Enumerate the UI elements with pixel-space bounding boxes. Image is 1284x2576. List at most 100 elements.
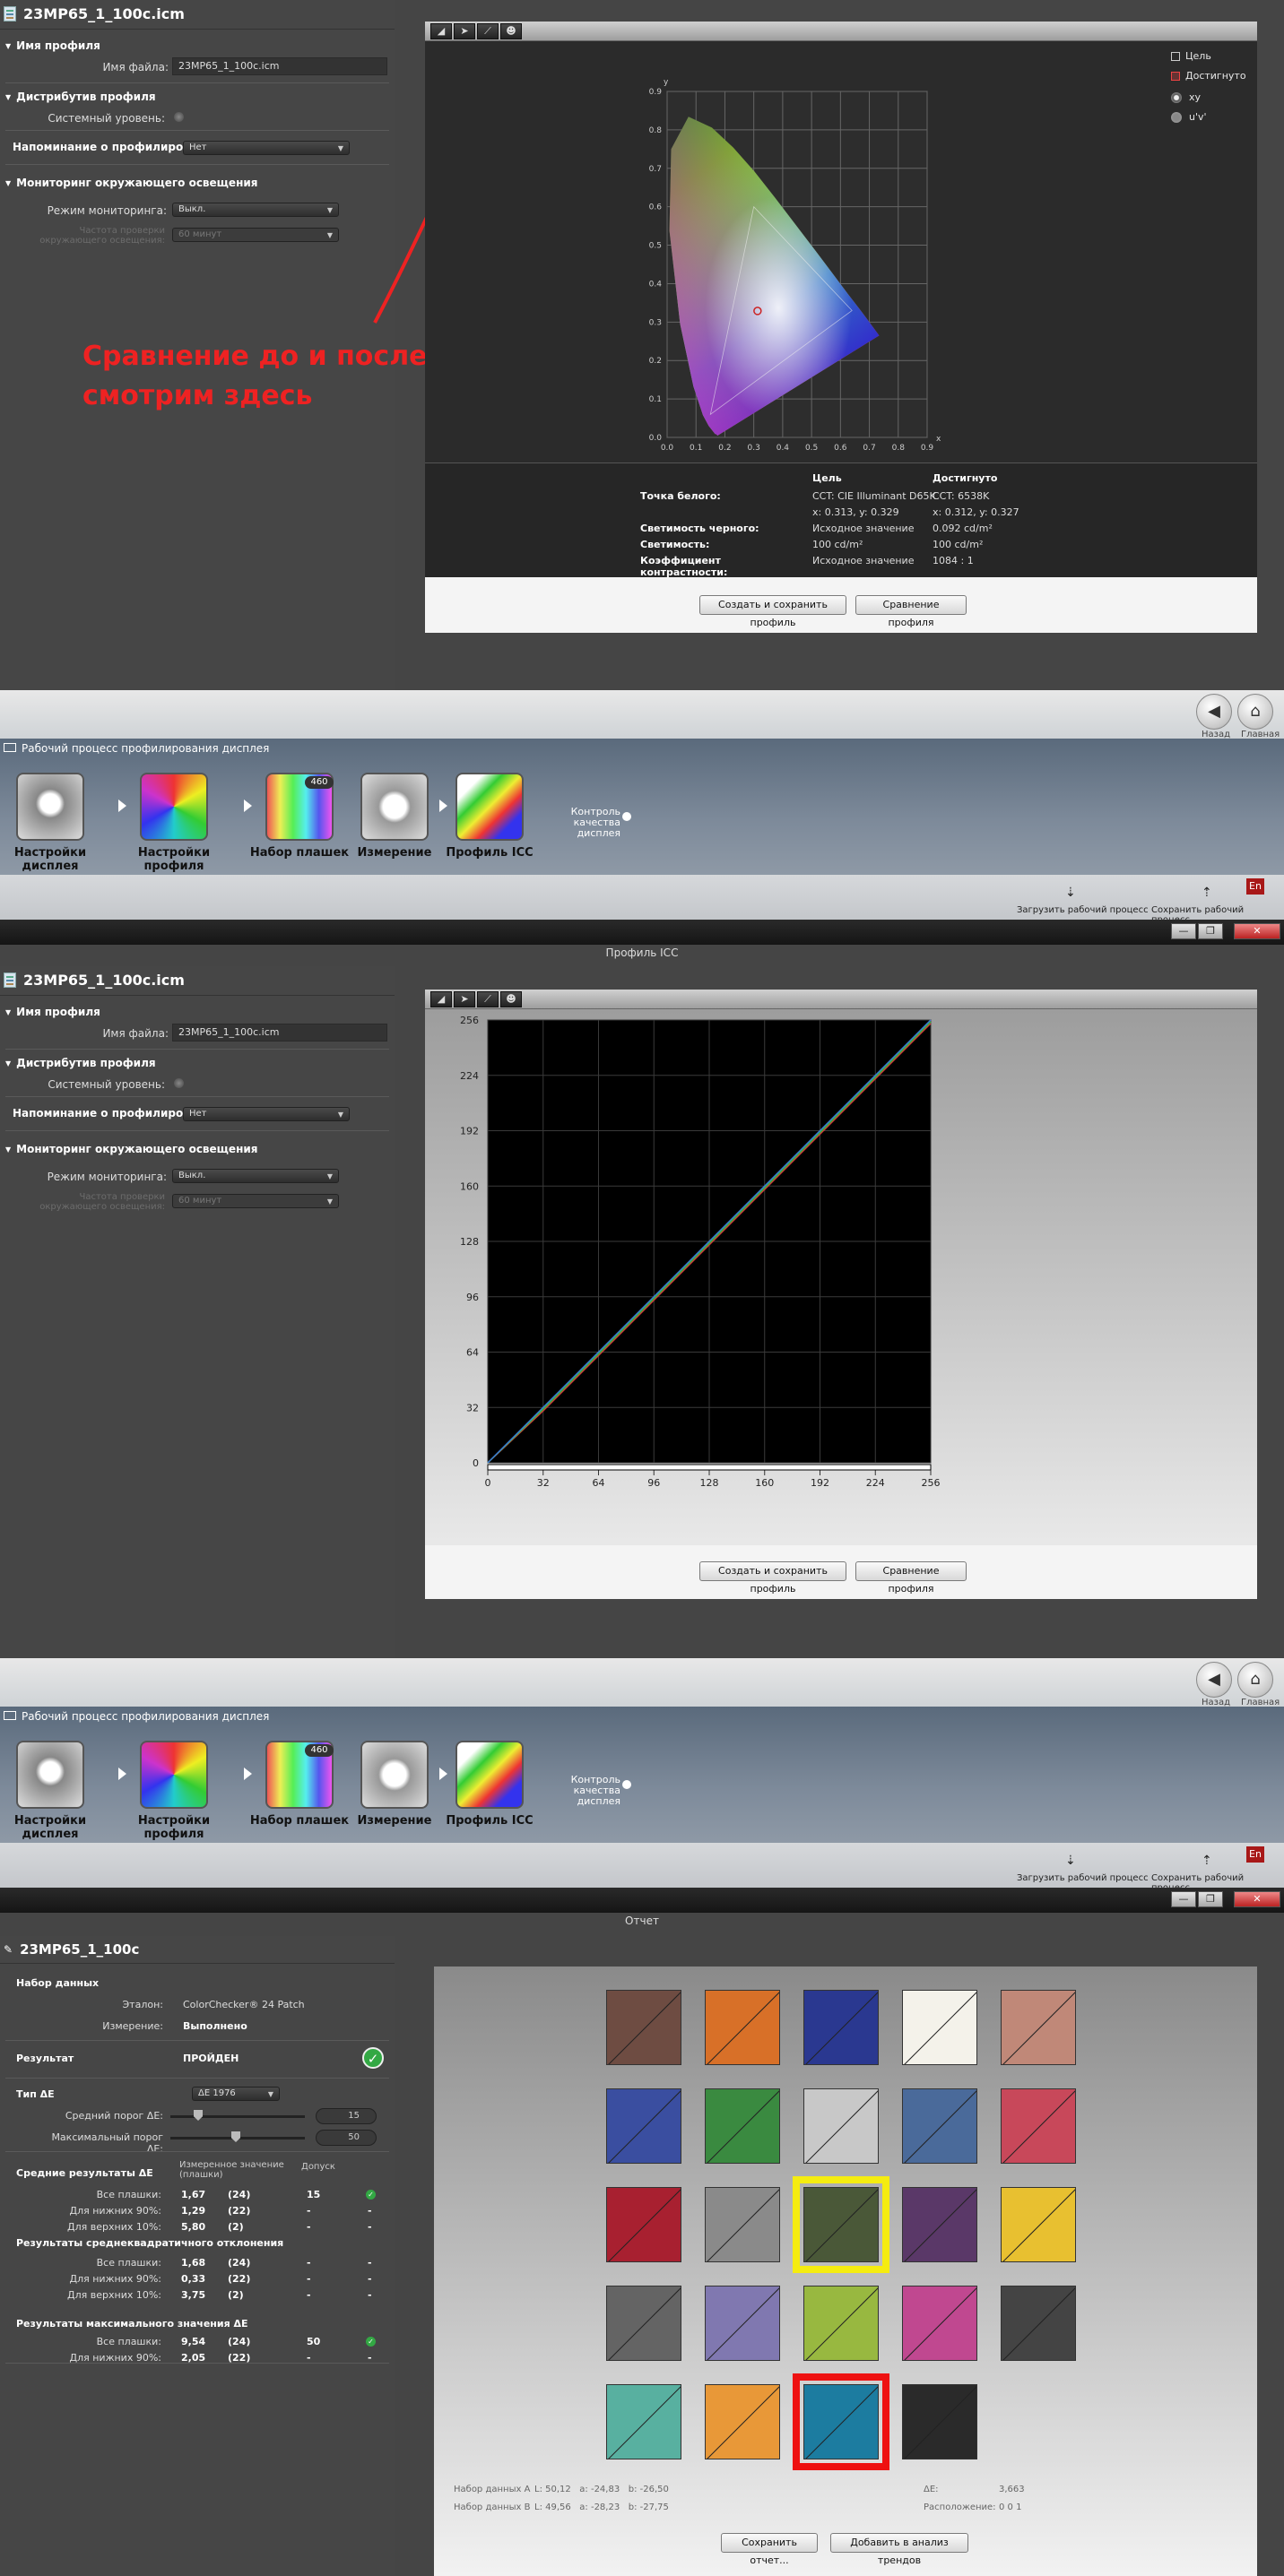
load-workflow-button[interactable]: Загрузить рабочий процесс — [1017, 905, 1149, 915]
color-patch[interactable] — [902, 2088, 977, 2164]
section-distribution[interactable]: Дистрибутив профиля — [5, 91, 155, 103]
color-patch[interactable] — [793, 2373, 889, 2470]
diagonal-line — [904, 1992, 976, 2064]
maximize-button[interactable]: ❐ — [1198, 923, 1223, 939]
create-save-profile-button[interactable]: Создать и сохранить профиль — [699, 595, 846, 628]
step-icc-profile-icon[interactable] — [455, 773, 524, 841]
monitoring-mode-dropdown[interactable]: Выкл. — [172, 203, 339, 217]
step-display-settings-2[interactable]: Настройки дисплея — [0, 1814, 113, 1841]
color-patch[interactable] — [803, 2088, 879, 2164]
section-distribution-2[interactable]: Дистрибутив профиля — [5, 1057, 155, 1069]
load-workflow-button-2[interactable]: Загрузить рабочий процесс — [1017, 1873, 1149, 1883]
home-button-2[interactable]: ⌂ — [1237, 1662, 1273, 1698]
color-patch[interactable] — [606, 2187, 681, 2262]
color-patch[interactable] — [803, 2286, 879, 2361]
step-display-settings[interactable]: Настройки дисплея — [0, 846, 113, 873]
color-patch[interactable] — [1001, 2088, 1076, 2164]
step-icc-profile-2[interactable]: Профиль ICC — [427, 1814, 552, 1828]
language-button[interactable]: En — [1246, 878, 1264, 895]
filename-input[interactable]: 23MP65_1_100c.icm — [172, 57, 387, 75]
radio-xy[interactable]: xy — [1171, 91, 1201, 103]
color-patch[interactable] — [705, 2187, 780, 2262]
minimize-button-2[interactable]: — — [1171, 1891, 1196, 1907]
load-workflow-icon[interactable]: ⇣ — [1065, 886, 1076, 900]
avg-threshold-slider[interactable] — [170, 2115, 305, 2118]
dataset-a-values: L: 50,12 a: -24,83 b: -26,50 — [534, 2485, 669, 2494]
minimize-button[interactable]: — — [1171, 923, 1196, 939]
step-display-settings-icon[interactable] — [16, 1741, 84, 1809]
color-patch[interactable] — [606, 2384, 681, 2459]
color-patch[interactable] — [1001, 2187, 1076, 2262]
color-patch[interactable] — [1001, 1990, 1076, 2065]
quality-control-link-2[interactable]: Контроль качества дисплея — [531, 1775, 620, 1807]
legend-achieved[interactable]: Достигнуто — [1171, 70, 1246, 82]
step-icc-profile-icon[interactable] — [455, 1741, 524, 1809]
color-patch[interactable] — [803, 1990, 879, 2065]
home-button[interactable]: ⌂ — [1237, 694, 1273, 730]
de-type-dropdown[interactable]: ΔE 1976 — [192, 2087, 280, 2101]
step-profile-settings[interactable]: Настройки профиля — [111, 846, 237, 873]
load-workflow-icon[interactable]: ⇣ — [1065, 1854, 1076, 1868]
radio-uv[interactable]: u'v' — [1171, 111, 1207, 123]
color-patch[interactable] — [705, 2088, 780, 2164]
close-button[interactable]: ✕ — [1234, 923, 1280, 939]
section-monitoring-2[interactable]: Мониторинг окружающего освещения — [5, 1143, 257, 1155]
cursor-icon[interactable]: ➤ — [454, 991, 475, 1007]
monitoring-mode-dropdown-2[interactable]: Выкл. — [172, 1169, 339, 1183]
person-icon[interactable]: ☻ — [500, 991, 522, 1007]
section-profile-name-2[interactable]: Имя профиля — [5, 1006, 100, 1018]
reminder-dropdown[interactable]: Нет — [183, 141, 350, 155]
color-patch[interactable] — [606, 2286, 681, 2361]
step-profile-settings-2[interactable]: Настройки профиля — [111, 1814, 237, 1841]
color-patch[interactable] — [902, 2384, 977, 2459]
close-button-2[interactable]: ✕ — [1234, 1891, 1280, 1907]
color-patch[interactable] — [705, 1990, 780, 2065]
avg-threshold-input[interactable]: 15 — [316, 2108, 377, 2124]
legend-target[interactable]: Цель — [1171, 50, 1211, 62]
cursor-icon[interactable]: ➤ — [454, 23, 475, 39]
person-icon[interactable]: ☻ — [500, 23, 522, 39]
qc-arrow-icon[interactable] — [622, 812, 631, 821]
step-measurement-icon[interactable] — [360, 1741, 429, 1809]
system-level-checkbox[interactable] — [174, 112, 184, 122]
step-profile-settings-icon[interactable] — [140, 1741, 208, 1809]
curve-icon[interactable]: ⟋ — [477, 23, 499, 39]
filename-input-2[interactable]: 23MP65_1_100c.icm — [172, 1024, 387, 1042]
section-profile-name[interactable]: Имя профиля — [5, 39, 100, 52]
step-profile-settings-icon[interactable] — [140, 773, 208, 841]
step-measurement-icon[interactable] — [360, 773, 429, 841]
color-patch[interactable] — [705, 2286, 780, 2361]
color-patch[interactable] — [1001, 2286, 1076, 2361]
add-trend-button[interactable]: Добавить в анализ трендов — [830, 2533, 968, 2566]
save-workflow-icon[interactable]: ⇡ — [1202, 886, 1212, 900]
step-icc-profile[interactable]: Профиль ICC — [427, 846, 552, 860]
max-threshold-input[interactable]: 50 — [316, 2130, 377, 2146]
avg-threshold-thumb[interactable] — [194, 2110, 203, 2121]
create-save-profile-button-2[interactable]: Создать и сохранить профиль — [699, 1561, 846, 1595]
max-threshold-thumb[interactable] — [231, 2131, 240, 2142]
curve-icon[interactable]: ⟋ — [477, 991, 499, 1007]
maximize-button-2[interactable]: ❐ — [1198, 1891, 1223, 1907]
color-patch[interactable] — [793, 2176, 889, 2273]
chromaticity-icon[interactable]: ◢ — [430, 23, 452, 39]
save-workflow-icon[interactable]: ⇡ — [1202, 1854, 1212, 1868]
quality-control-link[interactable]: Контроль качества дисплея — [531, 807, 620, 839]
color-patch[interactable] — [902, 2286, 977, 2361]
language-button-2[interactable]: En — [1246, 1846, 1264, 1863]
color-patch[interactable] — [902, 2187, 977, 2262]
section-monitoring[interactable]: Мониторинг окружающего освещения — [5, 177, 257, 189]
back-button-2[interactable]: ◀ — [1196, 1662, 1232, 1698]
reminder-dropdown-2[interactable]: Нет — [183, 1107, 350, 1121]
color-patch[interactable] — [606, 1990, 681, 2065]
qc-arrow-icon[interactable] — [622, 1780, 631, 1789]
step-display-settings-icon[interactable] — [16, 773, 84, 841]
compare-profile-button[interactable]: Сравнение профиля — [855, 595, 967, 628]
color-patch[interactable] — [606, 2088, 681, 2164]
system-level-checkbox-2[interactable] — [174, 1078, 184, 1088]
color-patch[interactable] — [902, 1990, 977, 2065]
chromaticity-icon[interactable]: ◢ — [430, 991, 452, 1007]
compare-profile-button-2[interactable]: Сравнение профиля — [855, 1561, 967, 1595]
color-patch[interactable] — [705, 2384, 780, 2459]
back-button[interactable]: ◀ — [1196, 694, 1232, 730]
save-report-button[interactable]: Сохранить отчет... — [721, 2533, 818, 2566]
